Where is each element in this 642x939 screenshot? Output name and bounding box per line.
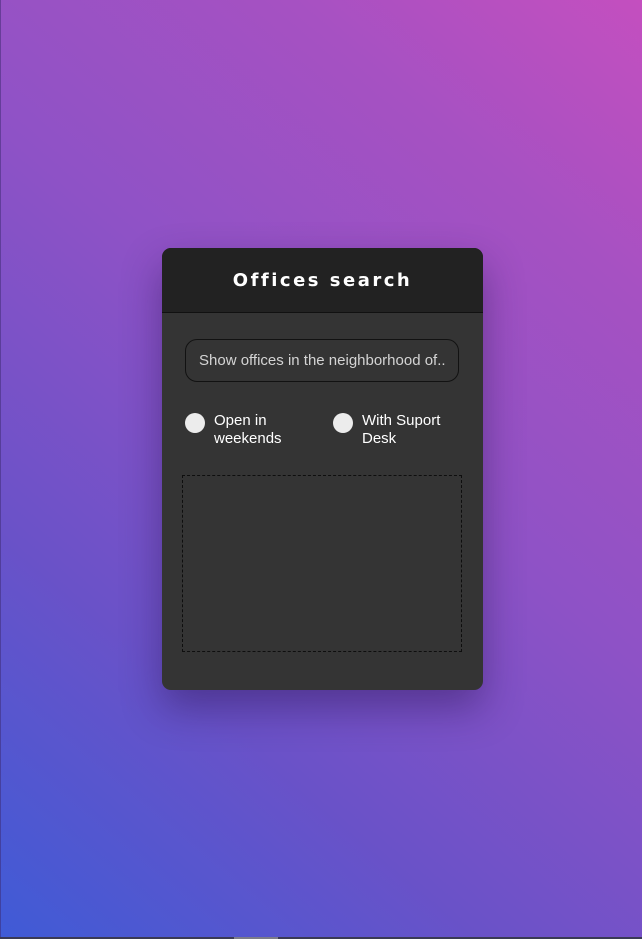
neighborhood-search-input[interactable] <box>185 339 459 382</box>
support-desk-label: With Suport Desk <box>362 412 441 447</box>
open-weekends-label: Open in weekends <box>214 412 282 447</box>
page-edge <box>0 0 1 939</box>
card-title: Offices search <box>232 269 413 291</box>
card-header: Offices search <box>162 248 483 313</box>
filter-open-weekends[interactable]: Open in weekends <box>185 412 315 448</box>
offices-search-card: Offices search Open in weekends With Sup… <box>162 248 483 690</box>
support-desk-radio[interactable] <box>333 413 353 433</box>
filter-support-desk[interactable]: With Suport Desk <box>333 412 463 448</box>
results-map-area[interactable] <box>182 475 462 652</box>
open-weekends-radio[interactable] <box>185 413 205 433</box>
